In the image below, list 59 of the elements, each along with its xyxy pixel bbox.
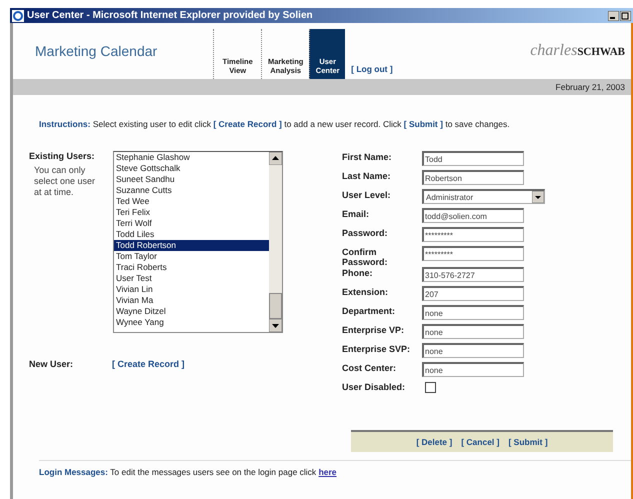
field-label: User Level: (342, 189, 392, 200)
list-item[interactable]: Tom Taylor (114, 251, 269, 262)
list-item[interactable]: Stephanie Glashow (114, 152, 269, 163)
list-item[interactable]: Vivian Lin (114, 284, 269, 295)
date-text: February 21, 2003 (556, 82, 625, 92)
logo: charlesSCHWAB (530, 42, 626, 60)
action-link[interactable]: [ Submit ] (508, 437, 548, 447)
list-item[interactable]: Suzanne Cutts (114, 185, 269, 196)
inline-link[interactable]: [ Create Record ] (213, 119, 282, 129)
input-field[interactable]: 207 (422, 286, 524, 301)
input-field[interactable]: none (422, 362, 524, 377)
list-item[interactable]: Ted Wee (114, 196, 269, 207)
input-field[interactable]: ********* (422, 246, 524, 261)
input-field[interactable]: none (422, 324, 524, 339)
field-label: Cost Center: (342, 362, 398, 373)
list-item[interactable]: Wynee Yang (114, 317, 269, 328)
hint-text: You can only select one user at at time. (34, 165, 96, 198)
new-user-label: New User: (29, 359, 74, 369)
inline-link[interactable]: [ Submit ] (404, 119, 443, 129)
input-field[interactable]: 310-576-2727 (422, 267, 524, 282)
field-label: Password: (342, 227, 389, 238)
user-list[interactable]: Stephanie Glashow Steve Gottschalk Suneet Sandhu Suzanne Cutts Ted Wee Teri Felix Terri Wolf Todd Liles Todd Robertson Tom Taylor Traci Roberts User Test Vivian Lin Vivian Ma Wayne Ditzel Wynee Yang (113, 151, 283, 333)
field-label: Enterprise SVP: (342, 343, 412, 354)
login-messages-text: Login Messages: To edit the messages users see on the login page click here (39, 460, 631, 477)
input-field[interactable]: none (422, 343, 524, 358)
window-title: User Center - Microsoft Internet Explorer provided by Solien (27, 10, 313, 21)
field-label: Confirm Password: (342, 246, 389, 267)
field-label: Extension: (342, 286, 390, 297)
list-item[interactable]: Terri Wolf (114, 218, 269, 229)
app-title: Marketing Calendar (35, 43, 158, 59)
field-label: First Name: (342, 151, 393, 162)
field-label: Email: (342, 208, 370, 219)
here-link[interactable]: here (318, 467, 337, 477)
list-item[interactable]: Traci Roberts (114, 262, 269, 273)
existing-users-label: Existing Users: (29, 151, 96, 161)
input-field[interactable]: Todd (422, 151, 524, 166)
list-item[interactable]: Suneet Sandhu (114, 174, 269, 185)
input-field[interactable]: ********* (422, 227, 524, 242)
action-link[interactable]: [ Cancel ] (461, 437, 500, 447)
input-field[interactable]: none (422, 305, 524, 320)
field-label: Department: (342, 305, 396, 316)
list-item[interactable]: Teri Felix (114, 207, 269, 218)
input-field[interactable]: todd@solien.com (422, 208, 524, 223)
instructions-text: Instructions: Select existing user to edit click [ Create Record ] to add a new user record. Click [ Submit ] to save changes. (39, 119, 511, 129)
input-field[interactable]: Robertson (422, 170, 524, 185)
field-label: Phone: (342, 267, 374, 278)
logout-link[interactable]: [ Log out ] (345, 64, 393, 79)
create-record-link[interactable]: [ Create Record ] (112, 359, 185, 369)
list-item[interactable]: User Test (114, 273, 269, 284)
field-label: User Disabled: (342, 381, 406, 392)
list-item[interactable]: Vivian Ma (114, 295, 269, 306)
field-label: Enterprise VP: (342, 324, 406, 335)
action-link[interactable]: [ Delete ] (416, 437, 452, 447)
dropdown[interactable]: Administrator (422, 189, 545, 204)
field-label: Last Name: (342, 170, 392, 181)
list-item[interactable]: Wayne Ditzel (114, 306, 269, 317)
list-item[interactable]: Steve Gottschalk (114, 163, 269, 174)
list-item[interactable]: Todd Liles (114, 229, 269, 240)
list-item[interactable]: Todd Robertson (114, 240, 269, 251)
